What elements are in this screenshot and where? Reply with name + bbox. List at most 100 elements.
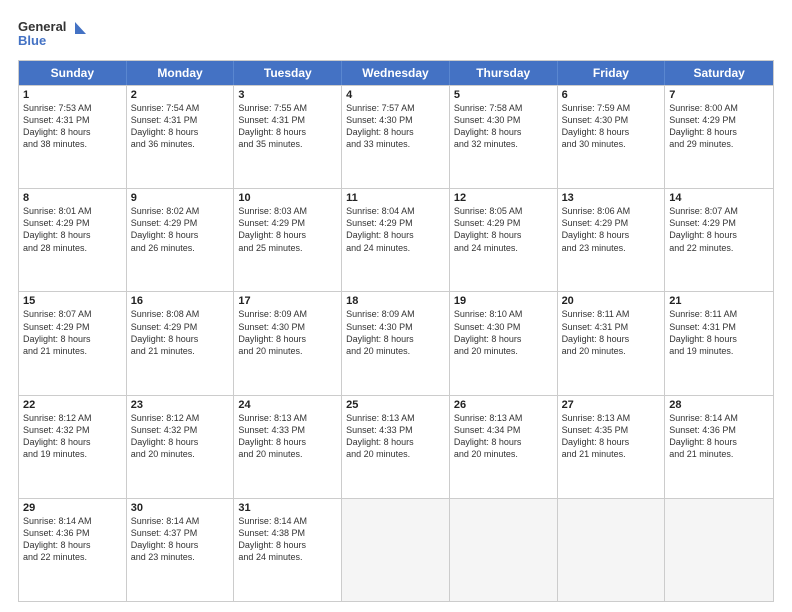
calendar-cell: 20Sunrise: 8:11 AMSunset: 4:31 PMDayligh…: [558, 292, 666, 394]
cell-info-line: Daylight: 8 hours: [562, 333, 661, 345]
cell-info-line: Sunset: 4:29 PM: [346, 217, 445, 229]
cell-info-line: Daylight: 8 hours: [23, 539, 122, 551]
cell-info-line: Sunrise: 8:00 AM: [669, 102, 769, 114]
calendar-header: SundayMondayTuesdayWednesdayThursdayFrid…: [19, 61, 773, 85]
cell-info-line: Sunrise: 8:01 AM: [23, 205, 122, 217]
day-number: 31: [238, 502, 337, 514]
cell-info-line: and 20 minutes.: [346, 448, 445, 460]
cell-info-line: and 32 minutes.: [454, 138, 553, 150]
cell-info-line: Sunrise: 8:14 AM: [238, 515, 337, 527]
cell-info-line: Daylight: 8 hours: [669, 436, 769, 448]
cell-info-line: Sunset: 4:29 PM: [23, 217, 122, 229]
cell-info-line: Daylight: 8 hours: [23, 436, 122, 448]
cell-info-line: Daylight: 8 hours: [669, 333, 769, 345]
cell-info-line: Sunrise: 8:14 AM: [131, 515, 230, 527]
calendar-cell: 22Sunrise: 8:12 AMSunset: 4:32 PMDayligh…: [19, 396, 127, 498]
logo-svg: GeneralBlue: [18, 16, 88, 52]
day-number: 1: [23, 89, 122, 101]
calendar-cell: 2Sunrise: 7:54 AMSunset: 4:31 PMDaylight…: [127, 86, 235, 188]
cell-info-line: and 20 minutes.: [562, 345, 661, 357]
cell-info-line: Sunrise: 8:13 AM: [562, 412, 661, 424]
cell-info-line: Sunrise: 8:07 AM: [23, 308, 122, 320]
cell-info-line: Sunset: 4:29 PM: [131, 217, 230, 229]
cell-info-line: and 20 minutes.: [131, 448, 230, 460]
cell-info-line: Daylight: 8 hours: [454, 229, 553, 241]
cell-info-line: Sunrise: 8:10 AM: [454, 308, 553, 320]
calendar-cell: 21Sunrise: 8:11 AMSunset: 4:31 PMDayligh…: [665, 292, 773, 394]
calendar-cell: 4Sunrise: 7:57 AMSunset: 4:30 PMDaylight…: [342, 86, 450, 188]
cell-info-line: and 19 minutes.: [669, 345, 769, 357]
calendar-cell: 18Sunrise: 8:09 AMSunset: 4:30 PMDayligh…: [342, 292, 450, 394]
cell-info-line: Sunset: 4:29 PM: [454, 217, 553, 229]
calendar-cell: 31Sunrise: 8:14 AMSunset: 4:38 PMDayligh…: [234, 499, 342, 601]
calendar-cell: 11Sunrise: 8:04 AMSunset: 4:29 PMDayligh…: [342, 189, 450, 291]
calendar-body: 1Sunrise: 7:53 AMSunset: 4:31 PMDaylight…: [19, 85, 773, 601]
cell-info-line: Sunset: 4:31 PM: [238, 114, 337, 126]
day-number: 11: [346, 192, 445, 204]
cell-info-line: Sunset: 4:29 PM: [131, 321, 230, 333]
day-number: 23: [131, 399, 230, 411]
cell-info-line: and 20 minutes.: [454, 345, 553, 357]
cell-info-line: Sunset: 4:32 PM: [131, 424, 230, 436]
cell-info-line: Daylight: 8 hours: [238, 333, 337, 345]
weekday-header: Thursday: [450, 61, 558, 85]
cell-info-line: Daylight: 8 hours: [454, 436, 553, 448]
calendar-cell: 5Sunrise: 7:58 AMSunset: 4:30 PMDaylight…: [450, 86, 558, 188]
calendar-cell: 17Sunrise: 8:09 AMSunset: 4:30 PMDayligh…: [234, 292, 342, 394]
calendar-cell: 8Sunrise: 8:01 AMSunset: 4:29 PMDaylight…: [19, 189, 127, 291]
svg-text:General: General: [18, 19, 66, 34]
cell-info-line: Sunset: 4:29 PM: [669, 217, 769, 229]
calendar-cell-empty: [342, 499, 450, 601]
cell-info-line: Daylight: 8 hours: [131, 229, 230, 241]
calendar-cell: 7Sunrise: 8:00 AMSunset: 4:29 PMDaylight…: [665, 86, 773, 188]
day-number: 14: [669, 192, 769, 204]
cell-info-line: and 22 minutes.: [669, 242, 769, 254]
cell-info-line: and 22 minutes.: [23, 551, 122, 563]
day-number: 9: [131, 192, 230, 204]
calendar-cell: 27Sunrise: 8:13 AMSunset: 4:35 PMDayligh…: [558, 396, 666, 498]
day-number: 13: [562, 192, 661, 204]
cell-info-line: Daylight: 8 hours: [131, 333, 230, 345]
calendar-cell: 26Sunrise: 8:13 AMSunset: 4:34 PMDayligh…: [450, 396, 558, 498]
cell-info-line: and 24 minutes.: [454, 242, 553, 254]
day-number: 3: [238, 89, 337, 101]
cell-info-line: Sunset: 4:30 PM: [562, 114, 661, 126]
cell-info-line: and 26 minutes.: [131, 242, 230, 254]
cell-info-line: and 38 minutes.: [23, 138, 122, 150]
calendar-row: 1Sunrise: 7:53 AMSunset: 4:31 PMDaylight…: [19, 85, 773, 188]
cell-info-line: Sunset: 4:29 PM: [23, 321, 122, 333]
cell-info-line: Sunrise: 7:53 AM: [23, 102, 122, 114]
cell-info-line: Sunrise: 8:12 AM: [23, 412, 122, 424]
cell-info-line: Sunset: 4:37 PM: [131, 527, 230, 539]
cell-info-line: Sunrise: 8:09 AM: [346, 308, 445, 320]
cell-info-line: Daylight: 8 hours: [238, 229, 337, 241]
weekday-header: Saturday: [665, 61, 773, 85]
calendar-row: 22Sunrise: 8:12 AMSunset: 4:32 PMDayligh…: [19, 395, 773, 498]
calendar-cell: 23Sunrise: 8:12 AMSunset: 4:32 PMDayligh…: [127, 396, 235, 498]
cell-info-line: Sunset: 4:31 PM: [131, 114, 230, 126]
cell-info-line: Sunrise: 7:54 AM: [131, 102, 230, 114]
cell-info-line: Sunset: 4:33 PM: [238, 424, 337, 436]
calendar-row: 8Sunrise: 8:01 AMSunset: 4:29 PMDaylight…: [19, 188, 773, 291]
cell-info-line: Sunrise: 8:05 AM: [454, 205, 553, 217]
day-number: 29: [23, 502, 122, 514]
cell-info-line: Sunset: 4:30 PM: [346, 321, 445, 333]
cell-info-line: and 33 minutes.: [346, 138, 445, 150]
weekday-header: Tuesday: [234, 61, 342, 85]
calendar-row: 29Sunrise: 8:14 AMSunset: 4:36 PMDayligh…: [19, 498, 773, 601]
calendar-cell: 29Sunrise: 8:14 AMSunset: 4:36 PMDayligh…: [19, 499, 127, 601]
cell-info-line: Daylight: 8 hours: [454, 333, 553, 345]
cell-info-line: Sunset: 4:30 PM: [454, 321, 553, 333]
cell-info-line: Daylight: 8 hours: [23, 229, 122, 241]
cell-info-line: Daylight: 8 hours: [346, 229, 445, 241]
calendar-cell: 19Sunrise: 8:10 AMSunset: 4:30 PMDayligh…: [450, 292, 558, 394]
day-number: 21: [669, 295, 769, 307]
cell-info-line: and 25 minutes.: [238, 242, 337, 254]
calendar: SundayMondayTuesdayWednesdayThursdayFrid…: [18, 60, 774, 602]
cell-info-line: Sunrise: 8:08 AM: [131, 308, 230, 320]
cell-info-line: Sunrise: 8:04 AM: [346, 205, 445, 217]
cell-info-line: Sunset: 4:32 PM: [23, 424, 122, 436]
cell-info-line: Sunset: 4:31 PM: [669, 321, 769, 333]
cell-info-line: Sunrise: 8:11 AM: [562, 308, 661, 320]
cell-info-line: Sunset: 4:29 PM: [669, 114, 769, 126]
